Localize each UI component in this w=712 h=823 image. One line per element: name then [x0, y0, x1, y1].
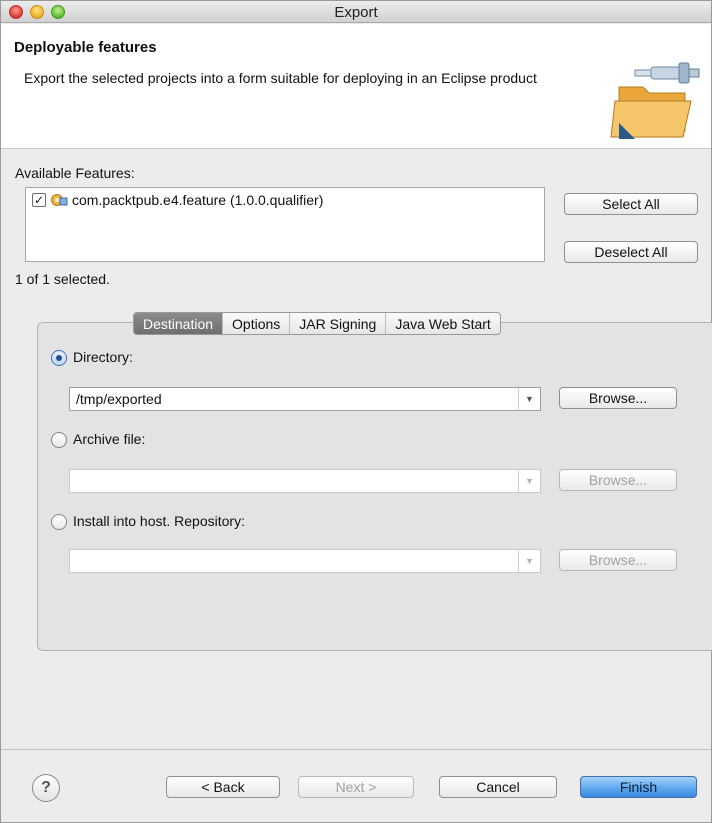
help-icon[interactable]: ?	[32, 774, 60, 802]
cancel-button[interactable]: Cancel	[439, 776, 557, 798]
tab-options[interactable]: Options	[223, 313, 291, 334]
title-bar: Export	[1, 1, 711, 23]
available-features-label: Available Features:	[15, 165, 135, 181]
tab-bar: Destination Options JAR Signing Java Web…	[133, 312, 501, 335]
directory-label: Directory:	[73, 349, 133, 365]
page-description: Export the selected projects into a form…	[24, 70, 537, 86]
next-button[interactable]: Next >	[298, 776, 414, 798]
export-dialog: Export Deployable features Export the se…	[0, 0, 712, 823]
tab-java-web-start[interactable]: Java Web Start	[386, 313, 499, 334]
back-button[interactable]: < Back	[166, 776, 280, 798]
list-item[interactable]: ✓ com.packtpub.e4.feature (1.0.0.qualifi…	[32, 192, 323, 208]
archive-radio[interactable]	[51, 432, 67, 448]
feature-checkbox[interactable]: ✓	[32, 193, 46, 207]
chevron-down-icon[interactable]: ▼	[518, 470, 540, 492]
deselect-all-button[interactable]: Deselect All	[564, 241, 698, 263]
directory-radio[interactable]	[51, 350, 67, 366]
directory-browse-button[interactable]: Browse...	[559, 387, 677, 409]
archive-combo[interactable]: ▼	[69, 469, 541, 493]
chevron-down-icon[interactable]: ▼	[518, 550, 540, 572]
tab-jar-signing[interactable]: JAR Signing	[290, 313, 387, 334]
selection-status: 1 of 1 selected.	[15, 271, 110, 287]
feature-label: com.packtpub.e4.feature (1.0.0.qualifier…	[72, 192, 324, 208]
export-folder-icon	[610, 62, 700, 139]
feature-icon	[51, 194, 68, 206]
chevron-down-icon[interactable]: ▼	[518, 388, 540, 410]
archive-label: Archive file:	[73, 431, 146, 447]
install-browse-button[interactable]: Browse...	[559, 549, 677, 571]
select-all-button[interactable]: Select All	[564, 193, 698, 215]
window-title: Export	[334, 4, 378, 21]
directory-combo[interactable]: /tmp/exported ▼	[69, 387, 541, 411]
features-list[interactable]: ✓ com.packtpub.e4.feature (1.0.0.qualifi…	[25, 187, 545, 262]
tab-destination[interactable]: Destination	[134, 313, 224, 334]
finish-button[interactable]: Finish	[580, 776, 697, 798]
page-title: Deployable features	[14, 39, 157, 56]
install-repository-radio[interactable]	[51, 514, 67, 530]
footer-divider	[1, 749, 711, 750]
archive-browse-button[interactable]: Browse...	[559, 469, 677, 491]
install-repository-label: Install into host. Repository:	[73, 513, 245, 529]
directory-value: /tmp/exported	[76, 391, 162, 407]
install-repository-combo[interactable]: ▼	[69, 549, 541, 573]
